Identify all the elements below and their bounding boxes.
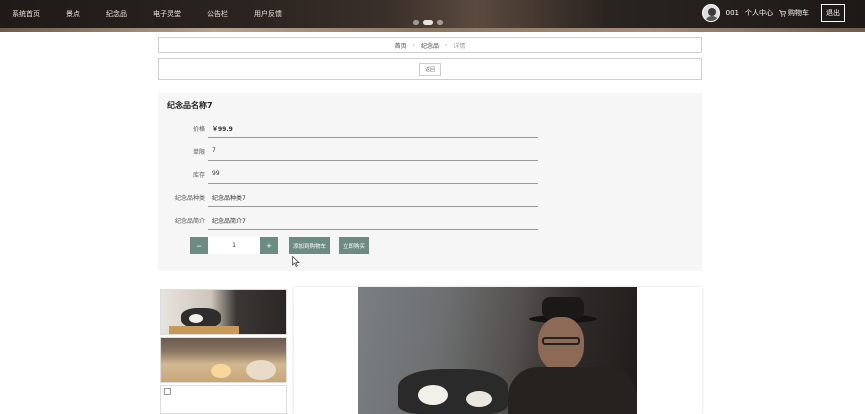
field-value: 纪念品简介7 — [212, 218, 246, 225]
back-bar: 返回 — [158, 58, 702, 80]
breadcrumb-separator: › — [445, 41, 448, 49]
thumbnail-image-3[interactable] — [160, 385, 287, 414]
main-nav: 系统首页 景点 纪念品 电子灵堂 公告栏 用户反馈 — [12, 9, 282, 19]
dog-patch-shape — [418, 385, 448, 405]
product-title: 纪念品名称7 — [167, 101, 213, 110]
broken-image-icon — [164, 388, 171, 395]
product-detail-panel: 纪念品名称7 价格 ￥99.9 单限 7 库存 99 纪念品种类 纪念品种类7 … — [158, 93, 702, 271]
divider — [208, 183, 538, 184]
field-label: 纪念品种类 — [174, 195, 205, 202]
field-label: 单限 — [192, 149, 205, 156]
mouse-cursor-icon — [292, 256, 300, 267]
breadcrumb-separator: › — [412, 41, 415, 49]
carousel-dot[interactable] — [413, 20, 419, 25]
quantity-input[interactable] — [208, 237, 260, 254]
field-row-price: 价格 ￥99.9 — [158, 117, 702, 139]
field-row-limit: 单限 7 — [158, 140, 702, 162]
cart-label: 购物车 — [788, 9, 809, 17]
breadcrumb: 首页 › 纪念品 › 详情 — [158, 37, 702, 53]
header-banner: 系统首页 景点 纪念品 电子灵堂 公告栏 用户反馈 001 个人中心 购物车 退… — [0, 0, 865, 32]
quantity-stepper: − + — [190, 237, 278, 254]
dog-figurine-shape — [398, 369, 508, 414]
nav-item-souvenir[interactable]: 纪念品 — [106, 9, 127, 19]
field-value: 99 — [212, 170, 220, 177]
add-to-cart-button[interactable]: 添加到购物车 — [289, 237, 331, 254]
field-label: 价格 — [192, 126, 205, 133]
carousel-dot-active[interactable] — [423, 20, 433, 25]
buy-now-button[interactable]: 立即购买 — [339, 237, 370, 254]
divider — [208, 206, 538, 207]
cart-icon — [779, 9, 786, 17]
field-value: 7 — [212, 147, 216, 154]
field-value: ￥99.9 — [212, 126, 233, 133]
nav-item-memorial[interactable]: 电子灵堂 — [153, 9, 181, 19]
nav-item-notice[interactable]: 公告栏 — [207, 9, 228, 19]
glasses-shape — [542, 337, 580, 345]
main-image-frame — [294, 287, 702, 414]
logout-button[interactable]: 退出 — [821, 4, 845, 22]
body-shape — [508, 367, 637, 414]
user-center-link[interactable]: 个人中心 — [745, 8, 773, 18]
breadcrumb-home[interactable]: 首页 — [395, 41, 407, 50]
page: 系统首页 景点 纪念品 电子灵堂 公告栏 用户反馈 001 个人中心 购物车 退… — [0, 0, 865, 414]
field-row-stock: 库存 99 — [158, 163, 702, 185]
quantity-minus-button[interactable]: − — [190, 237, 208, 254]
divider — [208, 137, 538, 138]
nav-item-home[interactable]: 系统首页 — [12, 9, 40, 19]
divider — [208, 229, 538, 230]
nav-item-scenic[interactable]: 景点 — [66, 9, 80, 19]
back-button[interactable]: 返回 — [418, 62, 441, 76]
carousel-dot[interactable] — [437, 20, 443, 25]
thumbnail-image-2[interactable] — [160, 337, 287, 383]
nav-item-feedback[interactable]: 用户反馈 — [254, 9, 282, 19]
main-product-image[interactable] — [358, 287, 637, 414]
breadcrumb-current: 详情 — [453, 42, 466, 50]
thumbnail-image-1[interactable] — [160, 289, 287, 335]
username: 001 — [725, 9, 739, 17]
field-row-intro: 纪念品简介 纪念品简介7 — [158, 209, 702, 231]
divider — [208, 160, 538, 161]
dog-patch-shape — [466, 391, 492, 407]
avatar[interactable] — [701, 4, 720, 22]
field-row-category: 纪念品种类 纪念品种类7 — [158, 186, 702, 208]
field-value: 纪念品种类7 — [212, 195, 246, 202]
thumbnail-list — [158, 287, 289, 414]
field-label: 库存 — [192, 172, 205, 179]
carousel-dots — [413, 20, 443, 25]
banner-strip — [0, 28, 865, 32]
cart-link[interactable]: 购物车 — [779, 8, 809, 18]
quantity-plus-button[interactable]: + — [260, 237, 278, 254]
field-label: 纪念品简介 — [174, 218, 205, 225]
breadcrumb-section[interactable]: 纪念品 — [421, 41, 439, 50]
user-area: 001 个人中心 购物车 退出 — [701, 4, 845, 22]
